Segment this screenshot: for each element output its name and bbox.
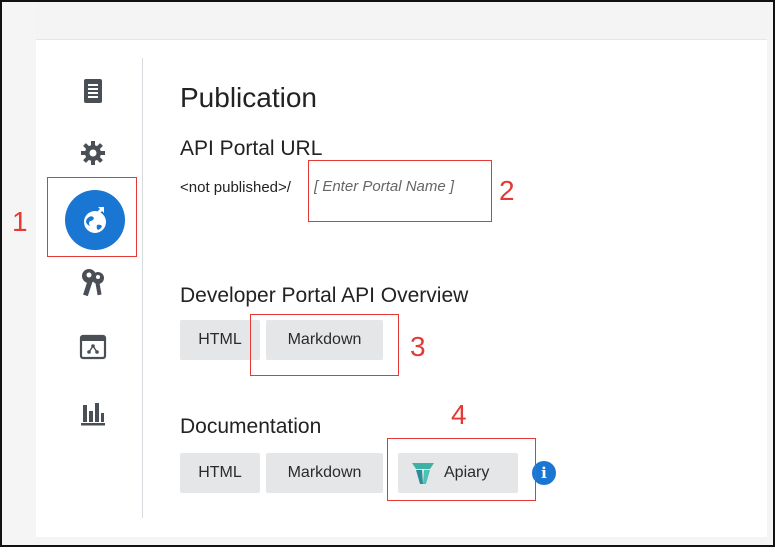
page-title: Publication — [180, 82, 317, 113]
documentation-markdown-button[interactable]: Markdown — [266, 453, 383, 493]
bottom-gutter — [36, 537, 769, 545]
callout-number-4: 4 — [451, 399, 467, 430]
document-list-icon[interactable] — [78, 76, 108, 106]
documentation-html-button[interactable]: HTML — [180, 453, 260, 493]
callout-box-4 — [387, 438, 536, 501]
bar-chart-icon[interactable] — [78, 398, 108, 428]
sidebar-divider — [142, 58, 143, 518]
callout-box-2 — [308, 160, 492, 222]
developer-portal-overview-heading: Developer Portal API Overview — [180, 284, 469, 307]
left-gutter — [2, 2, 36, 545]
callout-box-3 — [250, 314, 399, 376]
portal-url-prefix: <not published>/ — [180, 179, 291, 196]
gear-icon[interactable] — [78, 138, 108, 168]
callout-number-1: 1 — [12, 206, 28, 237]
callout-number-2: 2 — [499, 175, 515, 206]
callout-number-3: 3 — [410, 331, 426, 362]
keys-icon[interactable] — [78, 268, 108, 298]
top-bar — [36, 2, 769, 40]
right-gutter — [767, 2, 773, 545]
documentation-heading: Documentation — [180, 415, 322, 438]
deploy-window-icon[interactable] — [78, 332, 108, 362]
callout-box-1 — [47, 177, 137, 257]
overview-html-button[interactable]: HTML — [180, 320, 260, 360]
api-portal-url-heading: API Portal URL — [180, 137, 323, 160]
